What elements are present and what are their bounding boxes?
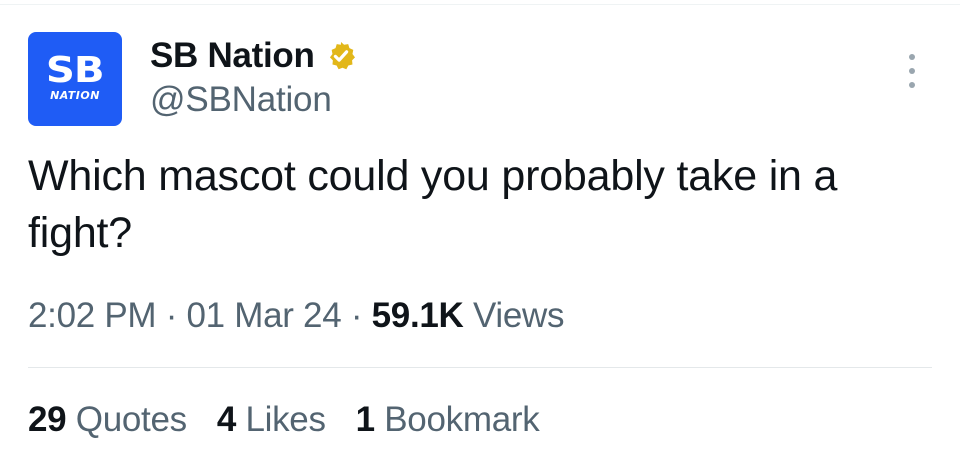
bookmarks-count: 1 — [355, 400, 375, 439]
tweet-time[interactable]: 2:02 PM — [28, 296, 157, 335]
avatar-logo-sb: SB — [46, 50, 105, 91]
avatar-logo-nation: NATION — [50, 89, 100, 102]
views-count[interactable]: 59.1K — [372, 296, 464, 335]
more-options-icon[interactable] — [903, 54, 921, 88]
tweet-date[interactable]: 01 Mar 24 — [186, 296, 341, 335]
avatar[interactable]: SB NATION — [28, 32, 122, 126]
more-dot — [909, 68, 915, 74]
tweet-meta: 2:02 PM · 01 Mar 24 · 59.1K Views — [28, 296, 564, 336]
quotes-label: Quotes — [75, 400, 187, 439]
stats-divider — [28, 367, 932, 368]
bookmarks-stat[interactable]: 1 Bookmark — [356, 400, 540, 440]
likes-label: Likes — [245, 400, 326, 439]
account-handle[interactable]: @SBNation — [150, 80, 332, 120]
top-divider — [0, 4, 960, 5]
views-label[interactable]: Views — [473, 296, 565, 335]
display-name[interactable]: SB Nation — [150, 36, 315, 76]
meta-separator: · — [350, 296, 363, 335]
meta-separator: · — [165, 296, 178, 335]
more-dot — [909, 54, 915, 60]
quotes-stat[interactable]: 29 Quotes — [28, 400, 187, 440]
more-dot — [909, 82, 915, 88]
quotes-count: 29 — [28, 400, 67, 439]
verified-badge-icon[interactable] — [325, 40, 357, 72]
engagement-stats: 29 Quotes 4 Likes 1 Bookmark — [28, 400, 540, 440]
likes-stat[interactable]: 4 Likes — [217, 400, 326, 440]
tweet-text: Which mascot could you probably take in … — [28, 152, 838, 257]
bookmarks-label: Bookmark — [384, 400, 540, 439]
author-name-row: SB Nation — [150, 36, 357, 76]
likes-count: 4 — [216, 400, 236, 439]
